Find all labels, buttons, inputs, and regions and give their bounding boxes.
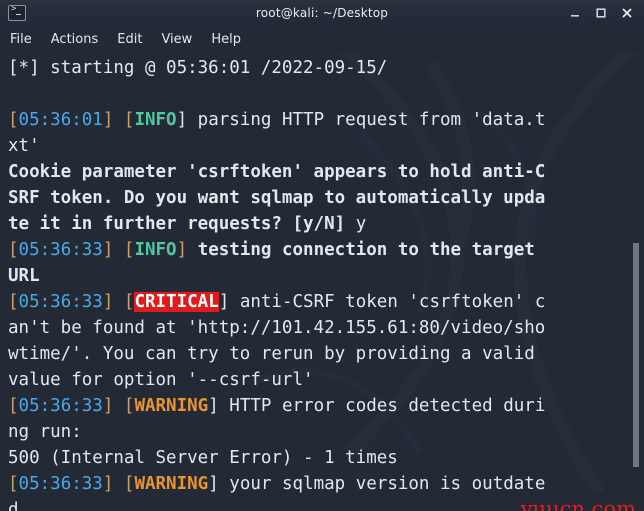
window-controls <box>569 7 644 19</box>
info-label: INFO <box>134 110 177 130</box>
line-blank-1 <box>8 81 630 107</box>
text-segment: ] anti-CSRF token 'csrftoken' c <box>218 292 546 312</box>
line-parsing-wrap: xt' <box>8 133 630 159</box>
line-testing-wrap: URL <box>8 263 630 289</box>
text-segment: te it in further requests? [y/N] <box>8 214 356 234</box>
text-segment: [ <box>8 240 19 260</box>
text-segment: xt' <box>8 136 40 156</box>
menu-item-edit[interactable]: Edit <box>117 32 142 47</box>
maximize-icon[interactable] <box>595 7 607 19</box>
text-segment: wtime/'. You can try to rerun by providi… <box>8 344 535 364</box>
text-segment: an't be found at 'http://101.42.155.61:8… <box>8 318 546 338</box>
minimize-icon[interactable] <box>569 7 581 19</box>
text-segment: ] parsing HTTP request from 'data.t <box>176 110 546 130</box>
text-segment: ] HTTP error codes detected duri <box>208 396 546 416</box>
warning-label: WARNING <box>134 396 209 416</box>
vertical-scrollbar[interactable] <box>632 53 642 511</box>
text-segment: [ <box>8 110 19 130</box>
menu-item-actions[interactable]: Actions <box>51 32 99 47</box>
text-segment: ] [ <box>102 396 135 416</box>
close-icon[interactable] <box>621 7 633 19</box>
text-segment: [ <box>8 474 19 494</box>
scrollbar-thumb[interactable] <box>633 243 639 467</box>
text-segment: ] [ <box>102 474 135 494</box>
line-warning-http: [05:36:33] [WARNING] HTTP error codes de… <box>8 393 630 419</box>
timestamp: 05:36:01 <box>18 110 103 130</box>
line-info-parsing: [05:36:01] [INFO] parsing HTTP request f… <box>8 107 630 133</box>
line-critical-4: value for option '--csrf-url' <box>8 367 630 393</box>
line-critical-3: wtime/'. You can try to rerun by providi… <box>8 341 630 367</box>
text-segment: Cookie parameter 'csrftoken' appears to … <box>8 162 546 182</box>
text-segment: ] [ <box>102 110 135 130</box>
info-label: INFO <box>134 240 177 260</box>
line-start: [*] starting @ 05:36:01 /2022-09-15/ <box>8 55 630 81</box>
timestamp: 05:36:33 <box>18 396 103 416</box>
text-segment: [ <box>8 292 19 312</box>
timestamp: 05:36:33 <box>18 240 103 260</box>
line-critical-2: an't be found at 'http://101.42.155.61:8… <box>8 315 630 341</box>
menu-item-file[interactable]: File <box>10 32 32 47</box>
line-warning-version-2: d <box>8 497 630 511</box>
line-warning-http-2: ng run: <box>8 419 630 445</box>
text-segment: [ <box>8 396 19 416</box>
text-segment: testing connection to the target <box>197 240 535 260</box>
terminal-text: [*] starting @ 05:36:01 /2022-09-15/ [05… <box>8 55 630 511</box>
text-segment: d <box>8 500 19 511</box>
text-segment: SRF token. Do you want sqlmap to automat… <box>8 188 546 208</box>
warning-label: WARNING <box>134 474 209 494</box>
text-segment: ] [ <box>102 292 135 312</box>
menubar: File Actions Edit View Help <box>0 26 644 53</box>
window-titlebar: root@kali: ~/Desktop <box>0 0 644 26</box>
text-segment: y <box>355 214 367 234</box>
timestamp: 05:36:33 <box>18 474 103 494</box>
terminal-window: root@kali: ~/Desktop File Actions Edit V… <box>0 0 644 511</box>
line-500: 500 (Internal Server Error) - 1 times <box>8 445 630 471</box>
menu-item-help[interactable]: Help <box>211 32 241 47</box>
terminal-icon <box>8 4 26 21</box>
text-segment: ] your sqlmap version is outdate <box>208 474 546 494</box>
text-segment: [*] starting @ 05:36:01 /2022-09-15/ <box>8 58 388 78</box>
line-info-testing: [05:36:33] [INFO] testing connection to … <box>8 237 630 263</box>
line-critical: [05:36:33] [CRITICAL] anti-CSRF token 'c… <box>8 289 630 315</box>
text-segment: ] [ <box>102 240 135 260</box>
timestamp: 05:36:33 <box>18 292 103 312</box>
terminal-output-area[interactable]: [*] starting @ 05:36:01 /2022-09-15/ [05… <box>0 53 644 511</box>
text-segment: value for option '--csrf-url' <box>8 370 314 390</box>
window-title: root@kali: ~/Desktop <box>255 6 389 20</box>
text-segment: URL <box>8 266 40 286</box>
line-cookie-2: SRF token. Do you want sqlmap to automat… <box>8 185 630 211</box>
text-segment: 500 (Internal Server Error) - 1 times <box>8 448 398 468</box>
critical-badge: CRITICAL <box>134 292 219 312</box>
menu-item-view[interactable]: View <box>161 32 192 47</box>
line-cookie-3: te it in further requests? [y/N] y <box>8 211 630 237</box>
line-cookie-1: Cookie parameter 'csrftoken' appears to … <box>8 159 630 185</box>
text-segment: ] <box>176 240 198 260</box>
text-segment: ng run: <box>8 422 82 442</box>
line-warning-version: [05:36:33] [WARNING] your sqlmap version… <box>8 471 630 497</box>
